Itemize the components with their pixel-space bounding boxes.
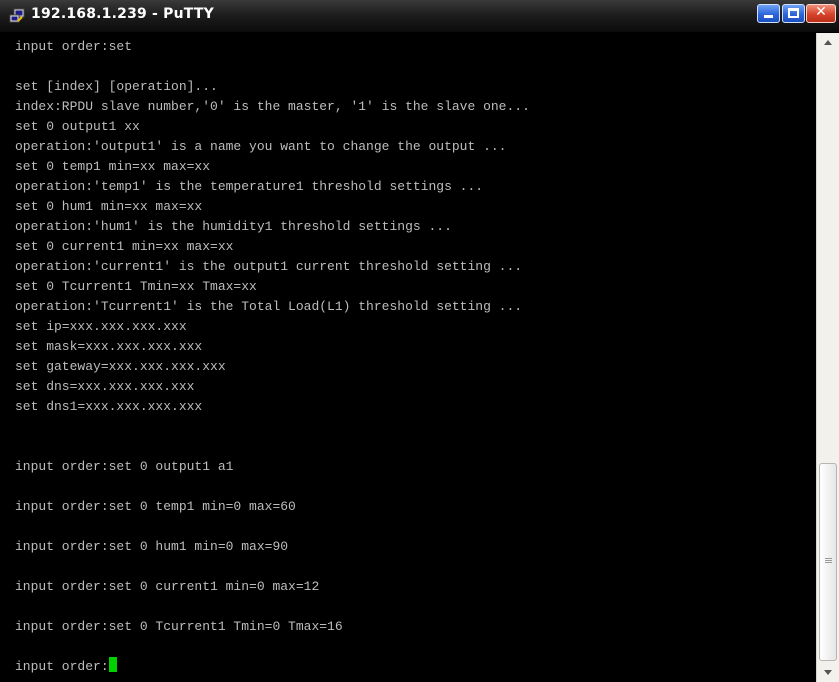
terminal-line: operation:'current1' is the output1 curr…	[15, 257, 530, 277]
terminal-line-text: input order:set	[15, 39, 133, 54]
terminal-line: input order:	[15, 657, 530, 677]
terminal-line: set ip=xxx.xxx.xxx.xxx	[15, 317, 530, 337]
terminal-line: input order:set 0 output1 a1	[15, 457, 530, 477]
terminal-line: index:RPDU slave number,'0' is the maste…	[15, 97, 530, 117]
terminal-line-text: input order:set 0 output1 a1	[15, 459, 234, 474]
terminal-line-text: operation:'Tcurrent1' is the Total Load(…	[15, 299, 523, 314]
maximize-button[interactable]	[782, 4, 805, 23]
terminal-line-text: operation:'output1' is a name you want t…	[15, 139, 507, 154]
terminal-line: operation:'output1' is a name you want t…	[15, 137, 530, 157]
terminal-line: set 0 current1 min=xx max=xx	[15, 237, 530, 257]
close-icon: ✕	[815, 4, 827, 20]
terminal-line-text: input order:set 0 hum1 min=0 max=90	[15, 539, 289, 554]
terminal-line-text: operation:'temp1' is the temperature1 th…	[15, 179, 484, 194]
terminal-line-text: set gateway=xxx.xxx.xxx.xxx	[15, 359, 226, 374]
terminal-line-text: index:RPDU slave number,'0' is the maste…	[15, 99, 530, 114]
terminal-line-text: set dns1=xxx.xxx.xxx.xxx	[15, 399, 203, 414]
terminal-line: input order:set	[15, 37, 530, 57]
minimize-icon	[764, 15, 773, 18]
terminal-line: set 0 output1 xx	[15, 117, 530, 137]
terminal-line-text: operation:'current1' is the output1 curr…	[15, 259, 523, 274]
terminal-line: input order:set 0 Tcurrent1 Tmin=0 Tmax=…	[15, 617, 530, 637]
putty-icon[interactable]	[9, 8, 25, 24]
terminal-line: operation:'Tcurrent1' is the Total Load(…	[15, 297, 530, 317]
scroll-up-arrow-icon[interactable]	[817, 33, 839, 53]
terminal-line: set [index] [operation]...	[15, 77, 530, 97]
terminal-line: set 0 Tcurrent1 Tmin=xx Tmax=xx	[15, 277, 530, 297]
terminal-line: input order:set 0 hum1 min=0 max=90	[15, 537, 530, 557]
terminal-line-text: set 0 hum1 min=xx max=xx	[15, 199, 203, 214]
terminal-line-text: set ip=xxx.xxx.xxx.xxx	[15, 319, 187, 334]
terminal-line: set 0 hum1 min=xx max=xx	[15, 197, 530, 217]
terminal-line: operation:'hum1' is the humidity1 thresh…	[15, 217, 530, 237]
terminal-line: operation:'temp1' is the temperature1 th…	[15, 177, 530, 197]
terminal-line: set mask=xxx.xxx.xxx.xxx	[15, 337, 530, 357]
close-button[interactable]: ✕	[806, 4, 836, 23]
terminal-line-text: set [index] [operation]...	[15, 79, 218, 94]
terminal-line-text: operation:'hum1' is the humidity1 thresh…	[15, 219, 452, 234]
terminal-line-text: set 0 temp1 min=xx max=xx	[15, 159, 211, 174]
terminal-area[interactable]: input order:set set [index] [operation]..…	[4, 33, 816, 682]
terminal-line: set gateway=xxx.xxx.xxx.xxx	[15, 357, 530, 377]
terminal-line: input order:set 0 current1 min=0 max=12	[15, 577, 530, 597]
text-cursor	[108, 657, 117, 672]
terminal-line-text: set mask=xxx.xxx.xxx.xxx	[15, 339, 203, 354]
putty-window: 192.168.1.239 - PuTTY ✕ input order:set s…	[0, 0, 839, 682]
scroll-down-arrow-icon[interactable]	[817, 662, 839, 682]
terminal-line: input order:set 0 temp1 min=0 max=60	[15, 497, 530, 517]
terminal-line: set dns=xxx.xxx.xxx.xxx	[15, 377, 530, 397]
terminal-output: input order:set set [index] [operation]..…	[15, 37, 530, 677]
terminal-line-text: input order:	[15, 659, 109, 674]
terminal-line-text: set 0 Tcurrent1 Tmin=xx Tmax=xx	[15, 279, 257, 294]
terminal-line-text: set 0 current1 min=xx max=xx	[15, 239, 234, 254]
terminal-line-text: set dns=xxx.xxx.xxx.xxx	[15, 379, 195, 394]
scrollbar-thumb[interactable]	[819, 463, 837, 661]
terminal-line-text: input order:set 0 current1 min=0 max=12	[15, 579, 320, 594]
terminal-line-text: input order:set 0 temp1 min=0 max=60	[15, 499, 296, 514]
terminal-line: set 0 temp1 min=xx max=xx	[15, 157, 530, 177]
scrollbar-grip	[825, 558, 832, 559]
terminal-line-text: input order:set 0 Tcurrent1 Tmin=0 Tmax=…	[15, 619, 343, 634]
title-bar[interactable]: 192.168.1.239 - PuTTY ✕	[0, 0, 839, 33]
vertical-scrollbar[interactable]	[816, 33, 839, 682]
maximize-icon	[788, 8, 799, 18]
minimize-button[interactable]	[757, 4, 780, 23]
window-title: 192.168.1.239 - PuTTY	[31, 6, 214, 22]
terminal-line-text: set 0 output1 xx	[15, 119, 140, 134]
terminal-line: set dns1=xxx.xxx.xxx.xxx	[15, 397, 530, 417]
